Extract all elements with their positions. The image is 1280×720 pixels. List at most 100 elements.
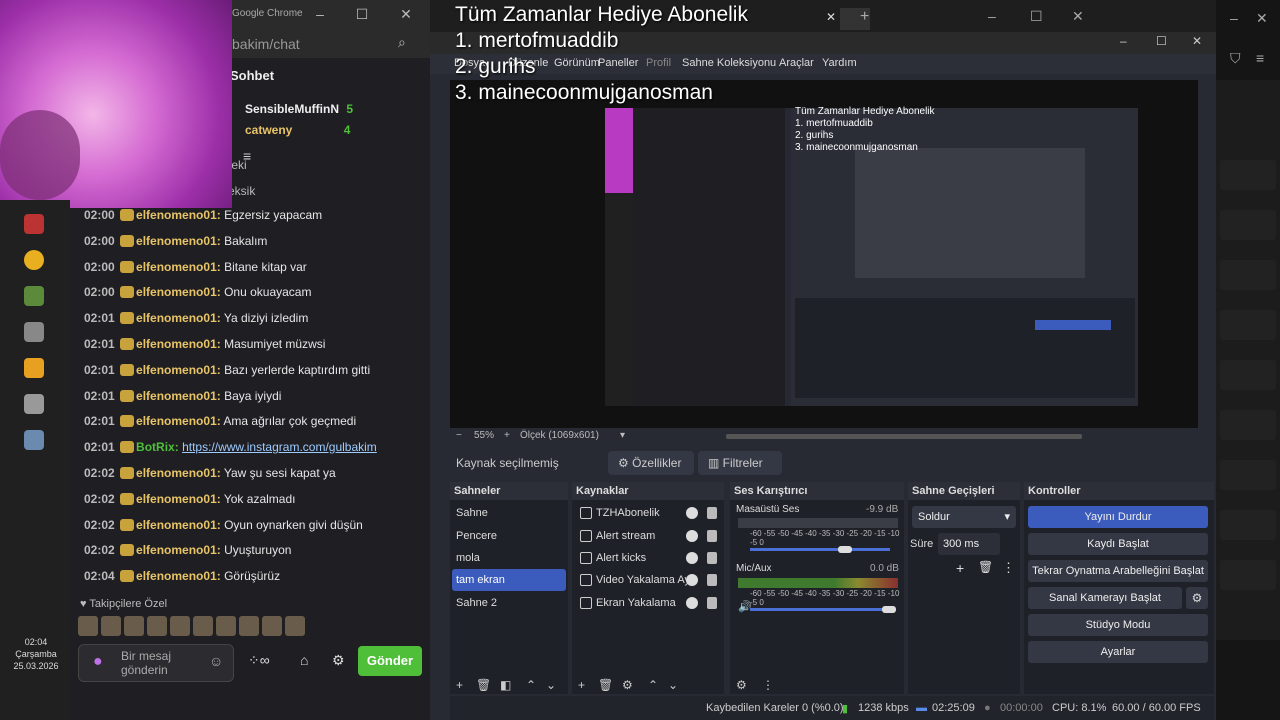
more-icon[interactable]: ⋮ xyxy=(1002,560,1015,576)
maximize-icon[interactable]: ☐ xyxy=(1030,8,1043,25)
gear-icon[interactable]: ⚙ xyxy=(622,678,633,692)
emote-icon[interactable] xyxy=(101,616,121,636)
message-username[interactable]: elfenomeno01: xyxy=(136,363,221,377)
scene-item[interactable]: Sahne 2 xyxy=(452,592,566,614)
close-icon[interactable]: ✕ xyxy=(1072,8,1084,25)
message-username[interactable]: elfenomeno01: xyxy=(136,389,221,403)
message-username[interactable]: elfenomeno01: xyxy=(136,337,221,351)
app-icon[interactable] xyxy=(24,214,44,234)
source-item[interactable]: TZHAbonelik xyxy=(574,502,717,524)
trash-icon[interactable]: 🗑 xyxy=(598,678,613,692)
studio-mode-button[interactable]: Stüdyo Modu xyxy=(1028,614,1208,636)
chat-message-input[interactable]: ● Bir mesaj gönderin ☺ xyxy=(78,644,234,682)
close-icon[interactable]: ✕ xyxy=(1256,10,1268,27)
filters-button[interactable]: ▥ Filtreler xyxy=(698,451,782,475)
shield-icon[interactable]: ⛉ xyxy=(1230,50,1241,67)
message-username[interactable]: elfenomeno01: xyxy=(136,208,221,222)
message-username[interactable]: BotRix: xyxy=(136,440,179,454)
emote-icon[interactable] xyxy=(285,616,305,636)
minimize-icon[interactable]: – xyxy=(1120,34,1127,48)
message-username[interactable]: elfenomeno01: xyxy=(136,414,221,428)
menu-help[interactable]: Yardım xyxy=(822,57,857,69)
app-icon[interactable] xyxy=(24,286,44,306)
source-item[interactable]: Ekran Yakalama xyxy=(574,592,717,614)
lock-icon[interactable] xyxy=(707,530,717,542)
chrome-icon[interactable] xyxy=(24,250,44,270)
lock-icon[interactable] xyxy=(707,507,717,519)
add-icon[interactable]: + xyxy=(456,678,463,692)
app-icon[interactable] xyxy=(24,358,44,378)
chevron-up-icon[interactable]: ⌃ xyxy=(526,678,536,692)
transition-select[interactable]: Soldur ▾ xyxy=(912,506,1016,528)
filter-icon[interactable]: ◧ xyxy=(500,678,511,692)
message-username[interactable]: elfenomeno01: xyxy=(136,311,221,325)
minimize-icon[interactable]: – xyxy=(988,8,996,24)
app-icon[interactable] xyxy=(24,430,44,450)
settings-button[interactable]: Ayarlar xyxy=(1028,641,1208,663)
message-link[interactable]: https://www.instagram.com/gulbakim xyxy=(182,440,377,454)
maximize-icon[interactable]: ☐ xyxy=(352,6,372,23)
message-username[interactable]: elfenomeno01: xyxy=(136,492,221,506)
close-icon[interactable]: ✕ xyxy=(826,10,836,24)
duration-input[interactable]: 300 ms xyxy=(938,533,1000,555)
emote-icon[interactable] xyxy=(124,616,144,636)
speaker-icon[interactable]: 🔊 xyxy=(738,600,752,613)
chevron-down-icon[interactable]: ⌄ xyxy=(668,678,678,692)
new-tab-icon[interactable]: + xyxy=(860,8,869,26)
volume-slider-knob[interactable] xyxy=(838,546,852,553)
gear-icon[interactable]: ⚙ xyxy=(736,678,747,692)
scene-item-selected[interactable]: tam ekran xyxy=(452,569,566,591)
message-username[interactable]: elfenomeno01: xyxy=(136,260,221,274)
message-username[interactable]: elfenomeno01: xyxy=(136,569,221,583)
lock-icon[interactable] xyxy=(707,574,717,586)
menu-tools[interactable]: Araçlar xyxy=(779,57,814,69)
source-item[interactable]: Alert kicks xyxy=(574,547,717,569)
message-username[interactable]: elfenomeno01: xyxy=(136,285,221,299)
app-icon[interactable] xyxy=(24,394,44,414)
source-item[interactable]: Video Yakalama Ay xyxy=(574,569,717,591)
maximize-icon[interactable]: ☐ xyxy=(1156,34,1167,48)
menu-icon[interactable]: ≡ xyxy=(1256,50,1264,66)
zoom-in-icon[interactable]: + xyxy=(504,430,510,441)
eye-icon[interactable] xyxy=(686,597,698,609)
send-button[interactable]: Gönder xyxy=(358,646,422,676)
app-icon[interactable] xyxy=(24,322,44,342)
eye-icon[interactable] xyxy=(686,552,698,564)
source-item[interactable]: Alert stream xyxy=(574,525,717,547)
gear-icon[interactable]: ⚙ xyxy=(332,652,345,669)
emoji-icon[interactable]: ☺ xyxy=(209,654,223,668)
lock-icon[interactable] xyxy=(707,552,717,564)
eye-icon[interactable] xyxy=(686,507,698,519)
search-icon[interactable]: ⌕ xyxy=(398,34,406,51)
emote-icon[interactable] xyxy=(78,616,98,636)
trash-icon[interactable]: 🗑 xyxy=(476,678,491,692)
trash-icon[interactable]: 🗑 xyxy=(978,560,993,574)
volume-slider[interactable] xyxy=(750,548,890,551)
emote-icon[interactable] xyxy=(239,616,259,636)
chevron-down-icon[interactable]: ⌄ xyxy=(546,678,556,692)
emote-icon[interactable] xyxy=(193,616,213,636)
volume-slider[interactable] xyxy=(750,608,890,611)
volume-slider-knob[interactable] xyxy=(882,606,896,613)
message-username[interactable]: elfenomeno01: xyxy=(136,518,221,532)
stop-stream-button[interactable]: Yayını Durdur xyxy=(1028,506,1208,528)
extensions-icon[interactable]: ⁘∞ xyxy=(248,652,270,669)
emote-icon[interactable] xyxy=(216,616,236,636)
emote-icon[interactable] xyxy=(262,616,282,636)
preview-scrollbar[interactable] xyxy=(726,434,1082,439)
eye-icon[interactable] xyxy=(686,530,698,542)
message-username[interactable]: elfenomeno01: xyxy=(136,234,221,248)
eye-icon[interactable] xyxy=(686,574,698,586)
emote-icon[interactable] xyxy=(147,616,167,636)
top-user-2[interactable]: catweny 4 xyxy=(245,123,350,137)
scale-select[interactable]: Ölçek (1069x601) xyxy=(520,430,599,441)
scene-item[interactable]: Pencere xyxy=(452,525,566,547)
gear-icon[interactable]: ⚙ xyxy=(1186,587,1208,609)
top-user-1[interactable]: SensibleMuffinN 5 xyxy=(245,102,353,116)
add-icon[interactable]: + xyxy=(578,678,585,692)
chevron-down-icon[interactable]: ▾ xyxy=(620,430,625,441)
start-virtual-camera-button[interactable]: Sanal Kamerayı Başlat xyxy=(1028,587,1182,609)
close-icon[interactable]: ✕ xyxy=(1192,34,1202,48)
message-username[interactable]: elfenomeno01: xyxy=(136,466,221,480)
mic-icon[interactable]: ● xyxy=(93,654,103,670)
